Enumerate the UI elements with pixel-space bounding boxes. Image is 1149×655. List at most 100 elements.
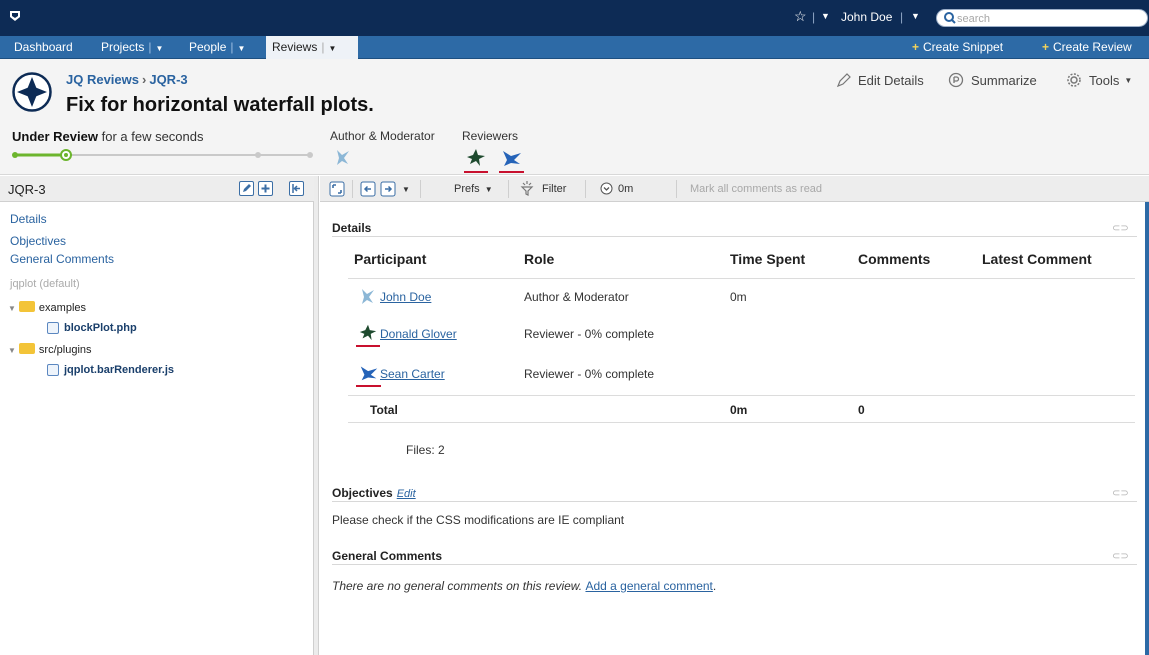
objectives-section-title: Objectives Edit [332, 486, 416, 500]
time-spent-button[interactable]: 0m [618, 183, 633, 195]
chevron-down-icon: ▼ [8, 304, 16, 313]
previous-icon[interactable] [360, 181, 376, 197]
nav-label: People [189, 40, 227, 54]
fullscreen-icon[interactable] [329, 181, 345, 197]
gear-icon [1067, 73, 1081, 87]
nav-label: Reviews [272, 40, 318, 54]
status-time: for a few seconds [101, 129, 204, 144]
navigator-title: JQR-3 [8, 182, 46, 197]
add-general-comment-link[interactable]: Add a general comment [585, 579, 712, 593]
tree-folder-src-plugins[interactable]: ▼ src/plugins [8, 343, 92, 356]
summarize-label: Summarize [971, 73, 1037, 88]
reviewer-avatar-icon[interactable] [465, 147, 487, 167]
breadcrumb-review[interactable]: JQR-3 [149, 72, 187, 87]
user-menu[interactable]: John Doe [841, 10, 892, 24]
reviewer-avatar-icon[interactable] [500, 147, 524, 167]
chevron-down-icon[interactable]: ▼ [328, 44, 336, 53]
nav-label: Projects [101, 40, 145, 54]
nav-link-objectives[interactable]: Objectives [10, 234, 66, 248]
create-review-button[interactable]: + Create Review [1042, 36, 1132, 59]
reviewer-incomplete-marker [356, 385, 381, 387]
timer-icon [600, 182, 613, 195]
edit-icon[interactable] [239, 181, 254, 196]
mark-all-read-button[interactable]: Mark all comments as read [690, 183, 822, 195]
tools-menu[interactable]: Tools ▼ [1066, 72, 1132, 88]
tree-file-blockplot[interactable]: blockPlot.php [64, 322, 137, 334]
file-icon [47, 322, 59, 334]
chevron-down-icon: ▼ [8, 346, 16, 355]
file-icon [47, 364, 59, 376]
total-time: 0m [730, 403, 748, 417]
folder-label: src/plugins [38, 344, 92, 356]
column-header-comments: Comments [858, 251, 931, 267]
empty-message: There are no general comments on this re… [332, 579, 583, 593]
breadcrumb: JQ Reviews › JQR-3 [66, 72, 188, 87]
toolbar-divider [585, 180, 586, 198]
pane-splitter[interactable] [314, 176, 319, 655]
filter-button[interactable]: Filter [542, 183, 566, 195]
general-comments-section-title: General Comments [332, 549, 443, 563]
folder-icon [18, 301, 35, 312]
collapse-pane-icon[interactable] [289, 181, 304, 196]
top-bar: ☆ | ▼ John Doe | ▼ [0, 0, 1149, 36]
create-review-label: Create Review [1053, 40, 1132, 54]
nav-people[interactable]: People | ▼ [183, 36, 251, 59]
create-snippet-button[interactable]: + Create Snippet [912, 36, 1003, 59]
column-header-participant: Participant [354, 251, 427, 267]
collapse-icon[interactable]: ⊂⊃ [1112, 488, 1129, 499]
favorites-dropdown-icon[interactable]: ▼ [821, 11, 830, 21]
divider: | [148, 40, 152, 54]
chevron-down-icon: ▼ [1124, 76, 1133, 85]
nav-dashboard[interactable]: Dashboard [8, 36, 79, 59]
navigation-dropdown-icon[interactable]: ▼ [402, 185, 410, 194]
favorites-star-icon[interactable]: ☆ [794, 8, 807, 25]
review-logo-icon [12, 72, 52, 112]
summarize-button[interactable]: Summarize [948, 72, 1037, 88]
chevron-down-icon: ▼ [484, 185, 493, 194]
content-toolbar: ▼ Prefs ▼ Filter 0m Mark all comments as … [320, 176, 1149, 202]
nav-projects[interactable]: Projects | ▼ [95, 36, 169, 59]
divider: | [900, 10, 904, 24]
column-header-latest-comment: Latest Comment [982, 251, 1092, 267]
chevron-down-icon[interactable]: ▼ [155, 44, 163, 53]
participant-link[interactable]: John Doe [380, 290, 431, 304]
nav-link-details[interactable]: Details [10, 212, 47, 226]
search-box[interactable] [936, 9, 1148, 27]
edit-objectives-link[interactable]: Edit [397, 488, 416, 500]
page-title: Fix for horizontal waterfall plots. [66, 94, 374, 116]
reviewer-incomplete-marker [464, 171, 488, 173]
edit-details-button[interactable]: Edit Details [836, 72, 924, 88]
nav-link-general-comments[interactable]: General Comments [10, 252, 114, 266]
collapse-icon[interactable]: ⊂⊃ [1112, 551, 1129, 562]
search-input[interactable] [957, 11, 1137, 26]
general-comments-empty: There are no general comments on this re… [332, 579, 716, 593]
next-icon[interactable] [380, 181, 396, 197]
navigator-header: JQR-3 [0, 176, 314, 202]
plus-icon: + [1042, 40, 1050, 54]
participant-role: Author & Moderator [524, 290, 629, 304]
author-avatar-icon[interactable] [333, 147, 353, 167]
prefs-menu[interactable]: Prefs ▼ [454, 183, 493, 195]
chevron-down-icon[interactable]: ▼ [238, 44, 246, 53]
participant-link[interactable]: Donald Glover [380, 327, 457, 341]
section-divider [332, 564, 1137, 565]
tree-file-barrenderer[interactable]: jqplot.barRenderer.js [64, 364, 174, 376]
participant-link[interactable]: Sean Carter [380, 367, 445, 381]
tree-folder-examples[interactable]: ▼ examples [8, 301, 86, 314]
user-dropdown-icon[interactable]: ▼ [911, 11, 920, 21]
divider: | [812, 10, 816, 24]
collapse-icon[interactable]: ⊂⊃ [1112, 223, 1129, 234]
repository-label: jqplot (default) [10, 278, 80, 290]
review-content: ▼ Prefs ▼ Filter 0m Mark all comments as … [320, 176, 1149, 655]
scrollbar[interactable] [1145, 202, 1149, 655]
folder-icon [18, 343, 35, 354]
author-avatar-icon [362, 289, 374, 304]
tools-label: Tools [1089, 73, 1120, 88]
breadcrumb-project[interactable]: JQ Reviews [66, 72, 139, 87]
section-divider [332, 236, 1137, 237]
app-logo-icon[interactable] [8, 9, 22, 23]
nav-reviews[interactable]: Reviews | ▼ [266, 36, 358, 59]
add-icon[interactable] [258, 181, 273, 196]
reviewer-incomplete-marker [356, 345, 380, 347]
review-navigator: JQR-3 Details Objectives General Comment… [0, 176, 314, 655]
